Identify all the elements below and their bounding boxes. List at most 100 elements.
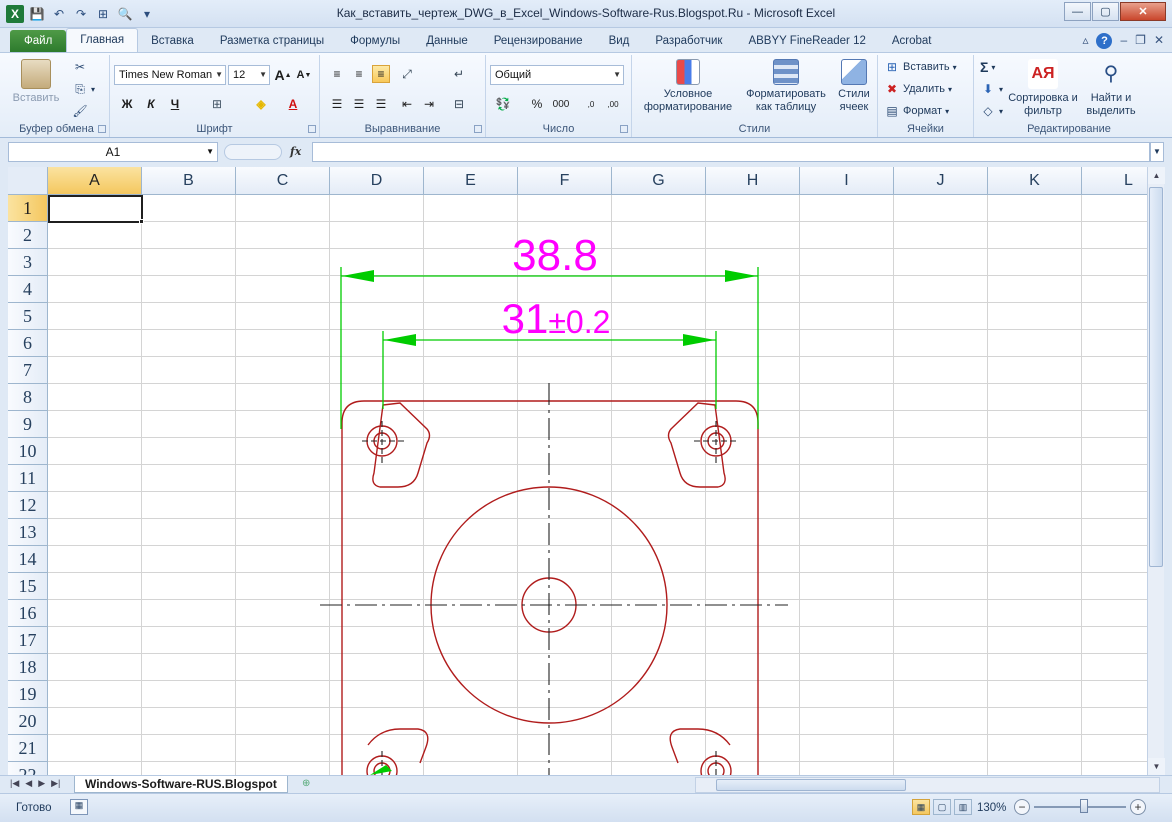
- slot-tr: [667, 402, 726, 488]
- bold-button[interactable]: Ж: [118, 95, 136, 113]
- horizontal-scrollbar[interactable]: [695, 777, 1160, 793]
- grow-font-button[interactable]: A ▲: [274, 66, 292, 84]
- conditional-formatting-button[interactable]: Условное форматирование: [638, 59, 738, 114]
- maximize-button[interactable]: ▢: [1092, 2, 1119, 21]
- group-clipboard: Вставить ✂ ⎘ ▾ 🖌 Буфер обмена: [4, 55, 110, 137]
- name-box-value: A1: [105, 145, 121, 159]
- copy-button[interactable]: ⎘ ▾: [72, 81, 95, 97]
- scroll-down-icon[interactable]: ▼: [1148, 758, 1165, 775]
- tab-insert[interactable]: Вставка: [138, 30, 207, 52]
- wrap-text-button[interactable]: ↵: [450, 65, 468, 83]
- zoom-out-button[interactable]: −: [1014, 799, 1030, 815]
- align-bottom-button[interactable]: ≡: [372, 65, 390, 83]
- tab-developer[interactable]: Разработчик: [642, 30, 735, 52]
- page-layout-view-icon[interactable]: ▢: [933, 799, 951, 815]
- number-format-combo[interactable]: Общий ▼: [490, 65, 624, 85]
- normal-view-icon[interactable]: ▦: [912, 799, 930, 815]
- format-as-table-button[interactable]: Форматировать как таблицу: [740, 59, 832, 114]
- prev-sheet-icon[interactable]: ◀: [25, 778, 32, 789]
- align-right-button[interactable]: ☰: [372, 95, 390, 113]
- zoom-in-button[interactable]: +: [1130, 799, 1146, 815]
- sheet-tab[interactable]: Windows-Software-RUS.Blogspot: [74, 776, 288, 793]
- horizontal-scroll-thumb[interactable]: [716, 779, 906, 791]
- find-select-button[interactable]: ⚲ Найти и выделить: [1080, 59, 1142, 118]
- close-button[interactable]: ✕: [1120, 2, 1166, 21]
- next-sheet-icon[interactable]: ▶: [38, 778, 45, 789]
- font-size-combo[interactable]: 12 ▼: [228, 65, 270, 85]
- currency-button[interactable]: 💱: [494, 95, 512, 113]
- format-painter-button[interactable]: 🖌: [72, 103, 88, 119]
- decrease-decimal-button[interactable]: ,00: [604, 95, 622, 113]
- worksheet-grid[interactable]: ABCDEFGHIJKL 1 2 3 4 5 6 7 8 9 10 11 12 13 14 15 16 17 18…: [8, 167, 1147, 775]
- insert-function-button[interactable]: fx: [290, 145, 301, 158]
- page-break-view-icon[interactable]: ▥: [954, 799, 972, 815]
- fill-button[interactable]: ⬇ ▾: [980, 81, 1003, 97]
- vertical-scrollbar[interactable]: ▲ ▼: [1147, 167, 1165, 775]
- zoom-level[interactable]: 130%: [977, 802, 1006, 814]
- underline-button[interactable]: Ч: [166, 95, 184, 113]
- clear-button[interactable]: ◇ ▾: [980, 103, 1003, 119]
- dialog-launcher-icon[interactable]: [474, 125, 482, 133]
- title-bar: X 💾 ↶ ↷ ⊞ 🔍 ▾ Как_вставить_чертеж_DWG_в_…: [0, 0, 1172, 28]
- macro-record-icon[interactable]: ▦: [70, 799, 88, 815]
- autosum-button[interactable]: Σ ▾: [980, 59, 995, 75]
- group-label: Число: [542, 123, 575, 135]
- help-icon[interactable]: ?: [1096, 33, 1113, 49]
- tab-home[interactable]: Главная: [66, 28, 139, 52]
- borders-button[interactable]: ⊞: [208, 95, 226, 113]
- format-cells-button[interactable]: ▤ Формат ▾: [884, 103, 949, 119]
- insert-cells-button[interactable]: ⊞ Вставить ▾: [884, 59, 957, 75]
- tab-file[interactable]: Файл: [10, 30, 67, 52]
- doc-close-icon[interactable]: ✕: [1154, 33, 1164, 49]
- name-box[interactable]: A1 ▼: [8, 142, 218, 162]
- align-middle-button[interactable]: ≡: [350, 65, 368, 83]
- status-bar: Готово ▦ ▦ ▢ ▥ 130% − +: [0, 793, 1172, 822]
- vertical-scroll-thumb[interactable]: [1149, 187, 1163, 567]
- paste-button[interactable]: Вставить: [12, 59, 60, 105]
- scroll-up-icon[interactable]: ▲: [1148, 167, 1165, 184]
- ribbon-minimize-icon[interactable]: ▵: [1082, 33, 1088, 49]
- dialog-launcher-icon[interactable]: [620, 125, 628, 133]
- paste-icon: [21, 59, 51, 89]
- italic-button[interactable]: К: [142, 95, 160, 113]
- align-left-button[interactable]: ☰: [328, 95, 346, 113]
- sort-filter-button[interactable]: AЯ Сортировка и фильтр: [1008, 59, 1078, 118]
- expand-formula-bar-button[interactable]: ▼: [1150, 142, 1164, 162]
- tab-data[interactable]: Данные: [413, 30, 481, 52]
- align-center-button[interactable]: ☰: [350, 95, 368, 113]
- percent-button[interactable]: %: [528, 95, 546, 113]
- tab-page-layout[interactable]: Разметка страницы: [207, 30, 337, 52]
- increase-indent-button[interactable]: ⇥: [420, 95, 438, 113]
- last-sheet-icon[interactable]: ▶|: [51, 778, 60, 789]
- tab-review[interactable]: Рецензирование: [481, 30, 596, 52]
- merge-center-button[interactable]: ⊟: [450, 95, 468, 113]
- doc-minimize-icon[interactable]: –: [1120, 33, 1127, 49]
- tab-acrobat[interactable]: Acrobat: [879, 30, 945, 52]
- minimize-button[interactable]: —: [1064, 2, 1091, 21]
- dialog-launcher-icon[interactable]: [98, 125, 106, 133]
- insert-sheet-icon[interactable]: ⊕: [302, 778, 320, 792]
- doc-restore-icon[interactable]: ❐: [1135, 33, 1146, 49]
- first-sheet-icon[interactable]: |◀: [10, 778, 19, 789]
- cut-button[interactable]: ✂: [72, 59, 88, 75]
- cell-styles-button[interactable]: Стили ячеек: [832, 59, 876, 114]
- decrease-indent-button[interactable]: ⇤: [398, 95, 416, 113]
- formula-input[interactable]: [312, 142, 1150, 162]
- increase-decimal-button[interactable]: ,0: [582, 95, 600, 113]
- tab-formulas[interactable]: Формулы: [337, 30, 413, 52]
- thousands-button[interactable]: 000: [550, 95, 572, 113]
- delete-cells-button[interactable]: ✖ Удалить ▾: [884, 81, 952, 97]
- font-color-button[interactable]: A: [284, 95, 302, 113]
- orientation-button[interactable]: ⤢: [398, 65, 416, 83]
- align-top-button[interactable]: ≡: [328, 65, 346, 83]
- dialog-launcher-icon[interactable]: [308, 125, 316, 133]
- tab-abbyy[interactable]: ABBYY FineReader 12: [735, 30, 878, 52]
- shrink-font-button[interactable]: A ▼: [295, 66, 313, 84]
- dwg-drawing[interactable]: 38.8 31±0.2: [8, 167, 1147, 775]
- group-label: Редактирование: [1027, 123, 1111, 135]
- tab-view[interactable]: Вид: [596, 30, 643, 52]
- font-name-combo[interactable]: Times New Roman ▼: [114, 65, 226, 85]
- zoom-slider-thumb[interactable]: [1080, 799, 1088, 813]
- fill-color-button[interactable]: ◈: [252, 95, 270, 113]
- group-font: Times New Roman ▼ 12 ▼ A ▲ A ▼ Ж К Ч ⊞ ◈ A Ш…: [110, 55, 320, 137]
